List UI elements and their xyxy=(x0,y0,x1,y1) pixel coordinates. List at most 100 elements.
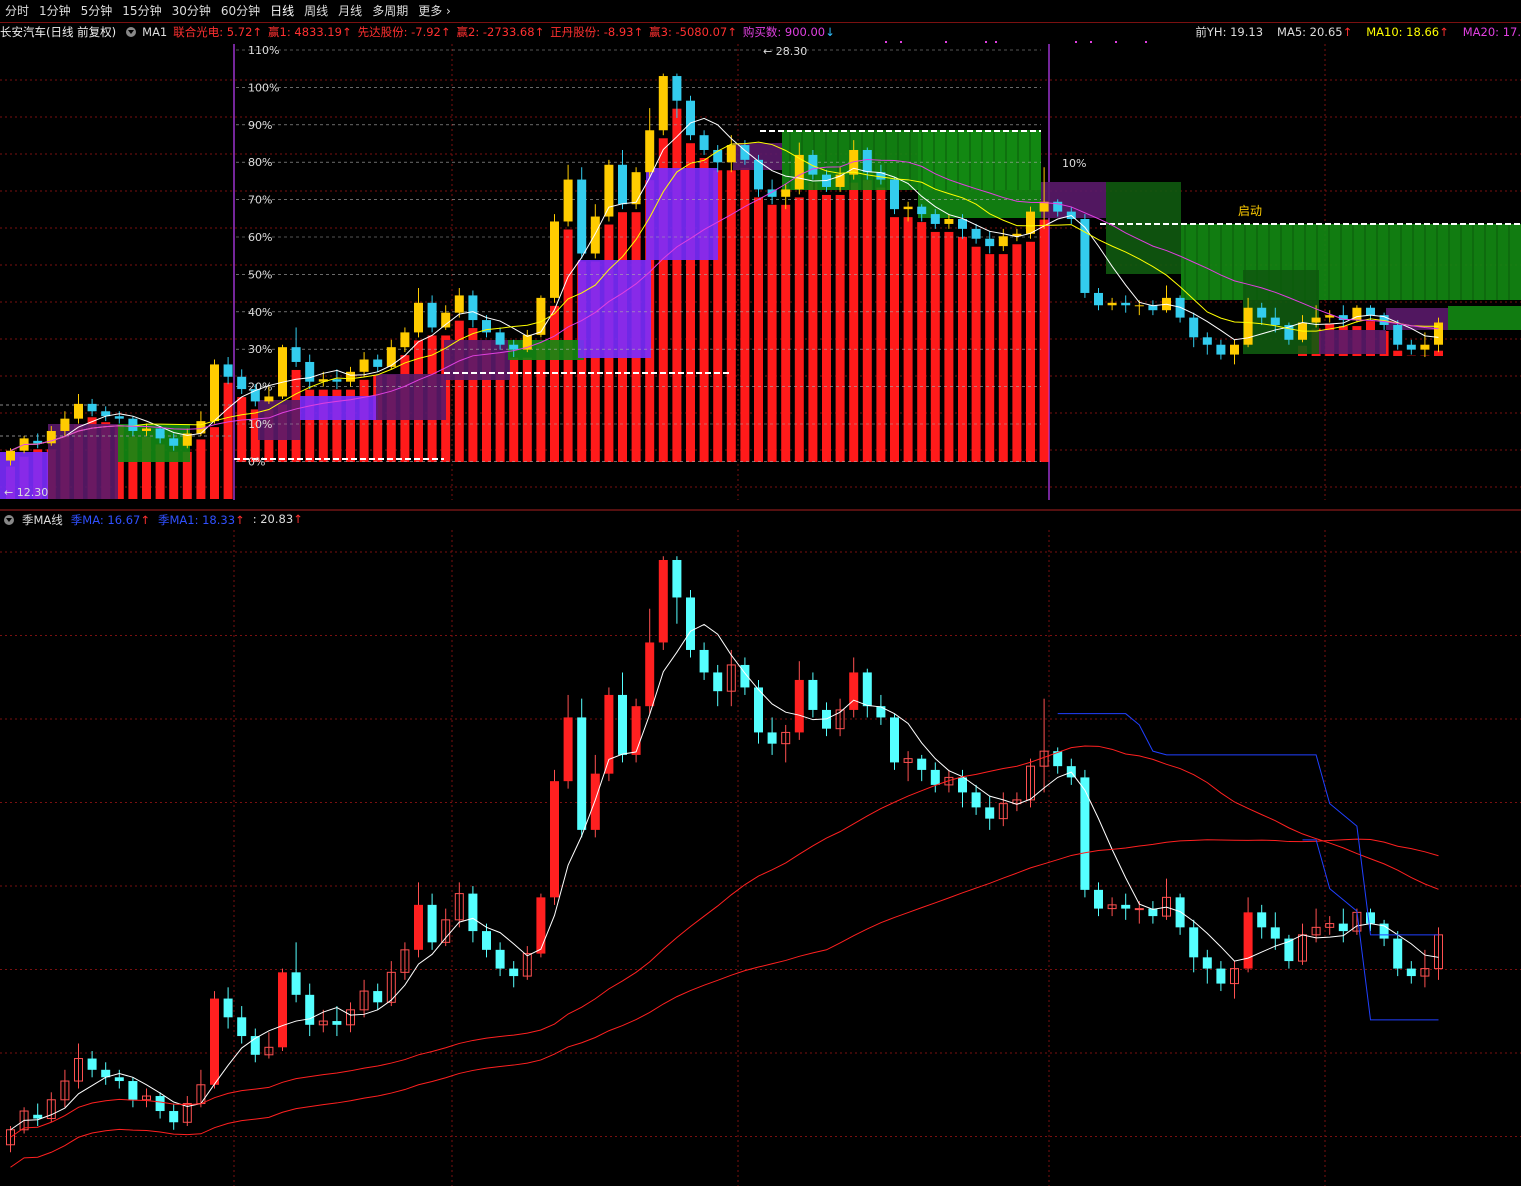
red-bar xyxy=(550,305,559,462)
sub-candle-body xyxy=(114,1077,124,1082)
signal-zone xyxy=(48,424,118,499)
candle-body xyxy=(754,159,763,190)
signal-zone xyxy=(508,340,584,360)
red-bar xyxy=(822,194,831,462)
candle-body xyxy=(454,295,464,313)
sub-candle-body xyxy=(482,931,491,950)
candle-body xyxy=(441,312,451,328)
candle-body xyxy=(862,149,872,173)
red-bar xyxy=(767,204,777,462)
sub-ma-white xyxy=(10,623,1439,1131)
sub-candle-body xyxy=(291,972,301,995)
candle-body xyxy=(699,135,709,150)
signal-zone xyxy=(1448,306,1521,330)
candle-body xyxy=(1243,307,1253,345)
sub-candle-body xyxy=(672,559,682,598)
candle-body xyxy=(468,295,478,321)
sub-candle-body xyxy=(985,807,995,819)
sub-candle-body xyxy=(468,893,478,932)
sub-candle-body xyxy=(917,758,927,770)
sub-candle-body xyxy=(373,991,383,1003)
sub-candle-body xyxy=(754,687,763,733)
signal-zone xyxy=(646,168,718,260)
sub-candle-body xyxy=(1202,957,1212,969)
kline-chart[interactable]: 110%100%90%80%70%60%50%40%30%20%10%0%← 2… xyxy=(0,0,1521,1186)
sub-candle-body xyxy=(1338,923,1348,932)
red-bar xyxy=(944,231,954,462)
signal-dot xyxy=(945,41,947,43)
candle-body xyxy=(305,361,315,382)
start-label: 启动 xyxy=(1238,204,1262,218)
candle-body xyxy=(1202,337,1212,345)
pct-label: 0% xyxy=(248,455,265,468)
candle-body xyxy=(128,418,138,431)
signal-dot xyxy=(1115,41,1117,43)
high-price-label: ← 28.30 xyxy=(763,45,807,58)
candle-body xyxy=(427,302,437,328)
red-bar xyxy=(740,167,750,463)
candle-body xyxy=(346,371,355,382)
candle-body xyxy=(373,359,383,367)
sub-candle-body xyxy=(1080,777,1090,890)
candle-body xyxy=(74,403,83,419)
sub-candle-body xyxy=(223,998,233,1018)
sub-candle-body xyxy=(862,672,872,707)
candle-body xyxy=(1393,324,1403,345)
low-price-label: ← 12.30 xyxy=(4,486,48,499)
candle-body xyxy=(658,76,668,131)
red-bar xyxy=(1026,241,1035,462)
sub-candle-body xyxy=(808,679,818,710)
candle-body xyxy=(849,149,859,175)
candle-body xyxy=(264,396,274,402)
candle-body xyxy=(998,236,1008,247)
sub-candle-body xyxy=(658,559,668,643)
sub-candle-body xyxy=(278,972,287,1048)
candle-body xyxy=(971,228,981,239)
candle-body xyxy=(1406,344,1416,350)
red-bar xyxy=(781,204,791,462)
signal-dot xyxy=(900,41,902,43)
pct-label: 100% xyxy=(248,81,279,94)
red-bar xyxy=(536,342,546,462)
candle-body xyxy=(917,206,927,215)
sub-candle-body xyxy=(128,1081,138,1100)
pct-label: 40% xyxy=(248,306,272,319)
candle-body xyxy=(631,172,641,205)
candle-body xyxy=(672,76,682,101)
signal-zone xyxy=(300,396,378,420)
candle-body xyxy=(1026,211,1035,234)
red-bar xyxy=(862,180,872,462)
candle-body xyxy=(142,428,151,431)
candle-body xyxy=(6,450,15,461)
sub-candle-body xyxy=(1121,904,1131,909)
candle-body xyxy=(944,219,954,224)
candle-body xyxy=(563,179,573,222)
red-bar xyxy=(210,427,219,499)
sub-candle-body xyxy=(590,773,600,830)
red-bar xyxy=(890,217,899,462)
candle-body xyxy=(1420,344,1430,350)
signal-dot xyxy=(995,41,997,43)
sub-candle-body xyxy=(958,777,967,793)
candle-body xyxy=(278,347,287,397)
red-bar xyxy=(998,254,1008,462)
sub-candle-body xyxy=(971,792,981,808)
sub-candle-body xyxy=(849,672,859,710)
candle-body xyxy=(509,344,519,350)
sub-candle-body xyxy=(767,732,777,744)
signal-zone xyxy=(1181,224,1521,300)
candle-body xyxy=(1366,307,1375,316)
candle-body xyxy=(1230,344,1239,355)
candle-body xyxy=(686,100,695,136)
candle-body xyxy=(1094,292,1103,306)
signal-dot xyxy=(1145,41,1147,43)
pct-label: 60% xyxy=(248,231,272,244)
red-bar xyxy=(1012,244,1022,462)
sub-candle-body xyxy=(876,706,886,718)
red-bar xyxy=(971,246,981,462)
sub-candle-body xyxy=(1406,968,1416,977)
candle-body xyxy=(781,189,791,197)
sub-candle-body xyxy=(563,717,573,782)
candle-body xyxy=(1121,302,1131,306)
candle-body xyxy=(1216,344,1226,355)
